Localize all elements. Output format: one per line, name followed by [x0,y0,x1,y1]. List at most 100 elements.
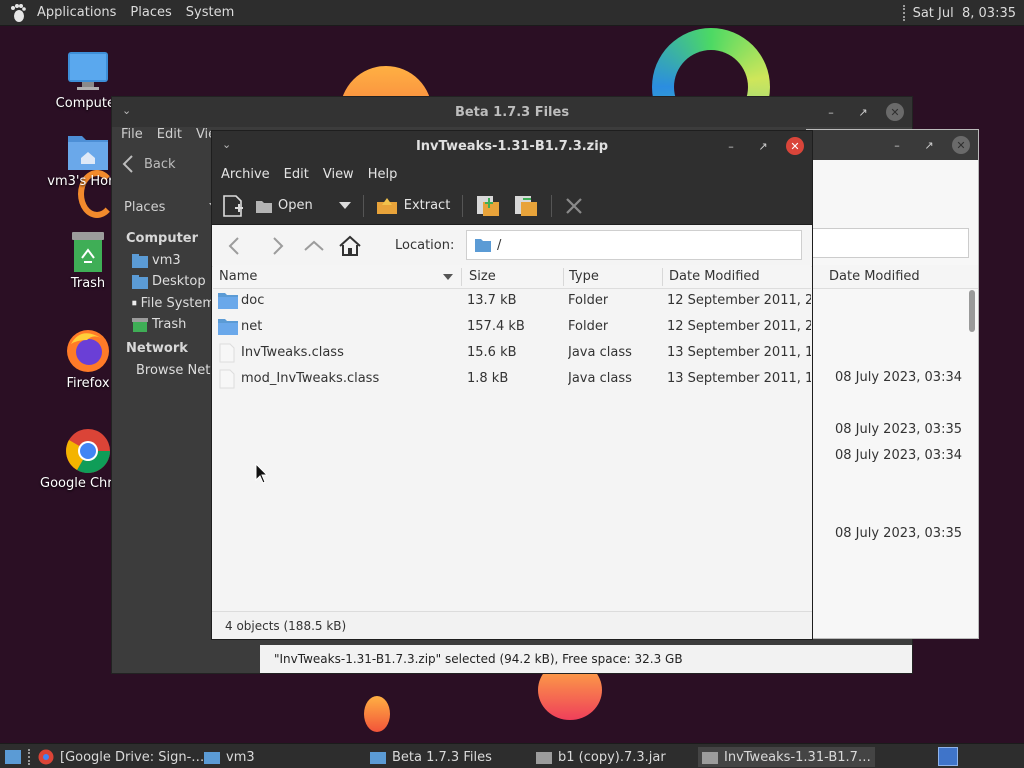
taskbar-item-invtweaks[interactable]: InvTweaks-1.31-B1.7… [698,747,875,767]
folder-icon [218,319,238,335]
window-titlebar[interactable]: – ↗ ✕ [807,130,978,160]
column-divider[interactable] [563,268,564,286]
menu-edit[interactable]: Edit [157,127,182,149]
window-title: InvTweaks-1.31-B1.7.3.zip [415,138,609,154]
file-row-mod-invtweaks-class[interactable]: mod_InvTweaks.class 1.8 kB Java class 13… [213,366,811,392]
scrollbar-thumb[interactable] [969,290,975,332]
home-folder-icon [68,136,108,170]
b1-copy-window[interactable]: – ↗ ✕ Date Modified 08 July 2023, 03:34 … [806,129,979,639]
show-desktop-icon [5,750,21,764]
gnome-foot-icon[interactable] [8,3,28,23]
sidebar-item-desktop[interactable]: Desktop [112,271,215,292]
sidebar-item-vm3[interactable]: vm3 [112,250,215,271]
add-files-button[interactable] [475,194,501,218]
status-bar: "InvTweaks-1.31-B1.7.3.zip" selected (94… [260,645,912,673]
add-folder-button[interactable] [513,194,539,218]
panel-grip [902,5,905,21]
drive-icon [132,300,137,306]
column-header-name[interactable]: Name [219,269,257,284]
menu-archive[interactable]: Archive [214,167,277,182]
window-titlebar[interactable]: ⌄ InvTweaks-1.31-B1.7.3.zip – ↗ ✕ [212,131,812,161]
sidebar-item-browse-network[interactable]: Browse Network [112,360,242,381]
chrome-icon [66,429,110,473]
clock[interactable]: Sat Jul 8, 03:35 [913,6,1016,21]
sidebar-item-trash[interactable]: Trash [112,314,215,335]
home-icon [339,235,361,256]
date-cell: 08 July 2023, 03:35 [835,422,962,437]
minimize-button[interactable]: – [722,137,740,155]
toolbar-separator [362,194,364,217]
menubar: File Edit View [112,127,227,149]
menu-edit[interactable]: Edit [277,167,316,182]
column-header-type[interactable]: Type [569,269,599,284]
close-button[interactable]: ✕ [886,103,904,121]
maximize-button[interactable]: ↗ [854,103,872,121]
maximize-button[interactable]: ↗ [920,136,938,154]
scrollbar[interactable] [968,290,976,630]
system-menu[interactable]: System [179,5,241,20]
column-header-date[interactable]: Date Modified [669,269,760,284]
window-menu-icon[interactable]: ⌄ [122,104,131,117]
taskbar-item-chrome[interactable]: [Google Drive: Sign-… [38,747,204,767]
window-menu-icon[interactable]: ⌄ [222,138,231,151]
taskbar-item-vm3[interactable]: vm3 [204,747,255,767]
show-desktop-button[interactable] [4,747,22,767]
menu-view[interactable]: View [316,167,361,182]
places-selector[interactable]: Places [112,193,219,221]
location-field[interactable]: / [466,230,802,260]
back-button[interactable]: Back [122,155,176,173]
applications-menu[interactable]: Applications [30,5,123,20]
location-field[interactable] [811,228,969,258]
file-row-doc[interactable]: doc 13.7 kB Folder 12 September 2011, 2… [213,288,811,314]
home-folder-icon [204,752,220,764]
open-button[interactable]: Open [256,198,313,213]
chevron-up-icon [304,240,324,251]
taskbar-item-beta-files[interactable]: Beta 1.7.3 Files [370,747,492,767]
sort-descending-icon [443,274,453,280]
stop-button[interactable] [564,196,584,216]
panel-grip [28,747,30,767]
minimize-button[interactable]: – [888,136,906,154]
archive-icon [536,752,552,764]
menu-help[interactable]: Help [361,167,405,182]
home-button[interactable] [332,228,368,264]
chevron-down-icon [338,201,351,209]
file-row-net[interactable]: net 157.4 kB Folder 12 September 2011, 2… [213,314,811,340]
window-titlebar[interactable]: ⌄ Beta 1.7.3 Files – ↗ ✕ [112,97,912,127]
maximize-button[interactable]: ↗ [754,137,772,155]
up-button[interactable] [296,228,332,264]
column-divider[interactable] [662,268,663,286]
file-icon [219,369,235,389]
workspace-switcher[interactable] [938,747,958,766]
close-button[interactable]: ✕ [952,136,970,154]
column-header-date[interactable]: Date Modified [807,265,978,289]
wallpaper-shape [364,696,390,732]
extract-button[interactable]: Extract [376,197,450,215]
add-files-icon [477,195,500,216]
folder-icon [370,752,386,764]
new-archive-button[interactable] [220,193,246,219]
open-folder-icon [256,200,272,213]
menu-file[interactable]: File [121,127,143,149]
minimize-button[interactable]: – [822,103,840,121]
back-button[interactable] [216,228,252,264]
archive-manager-window[interactable]: ⌄ InvTweaks-1.31-B1.7.3.zip – ↗ ✕ Archiv… [211,130,813,640]
open-dropdown-button[interactable] [338,201,351,210]
file-row-invtweaks-class[interactable]: InvTweaks.class 15.6 kB Java class 13 Se… [213,340,811,366]
window-title: Beta 1.7.3 Files [454,104,570,120]
back-arrow-icon [122,155,133,173]
column-header-size[interactable]: Size [469,269,496,284]
forward-button[interactable] [260,228,296,264]
toolbar: Open Extract [212,187,812,225]
sidebar-item-file-system[interactable]: File System [112,292,215,314]
places-menu[interactable]: Places [123,5,178,20]
taskbar-item-b1-copy[interactable]: b1 (copy).7.3.jar [536,747,666,767]
add-folder-icon [515,195,538,216]
date-cell: 08 July 2023, 03:34 [835,370,962,385]
column-divider[interactable] [461,268,462,286]
sidebar: Computer vm3 Desktop File System Trash N… [112,225,242,381]
toolbar-separator [551,194,553,217]
file-icon [219,343,235,363]
folder-icon [218,293,238,309]
close-button[interactable]: ✕ [786,137,804,155]
